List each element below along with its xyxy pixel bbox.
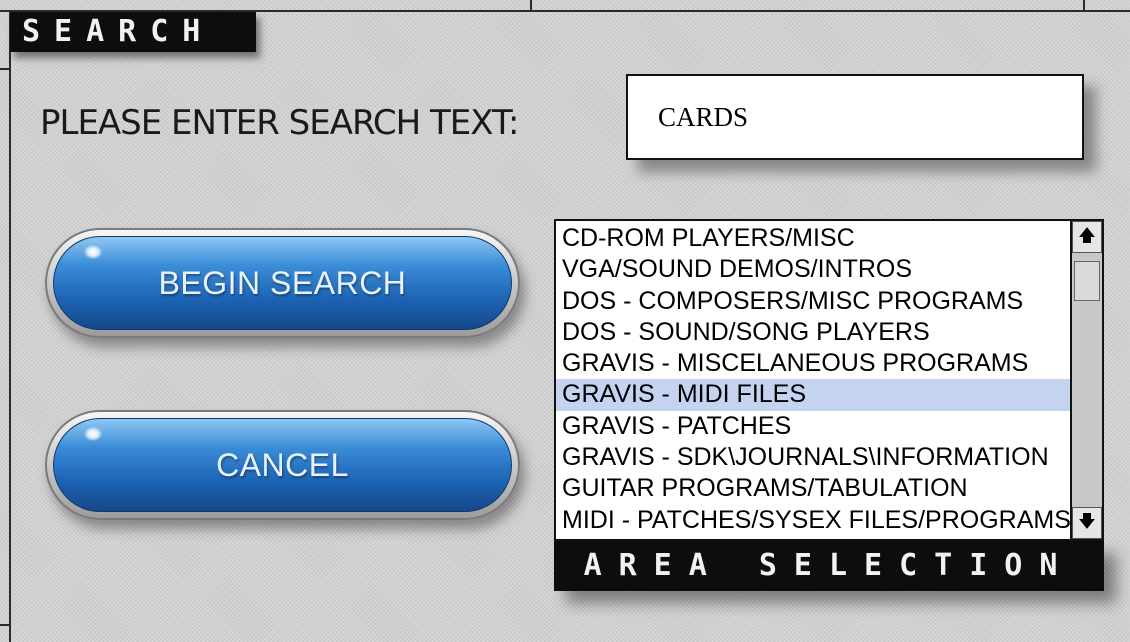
search-input[interactable]	[626, 74, 1084, 160]
begin-search-label: BEGIN SEARCH	[158, 264, 407, 301]
cancel-label: CANCEL	[216, 446, 349, 483]
gloss-highlight	[84, 427, 102, 441]
frame-tick	[0, 624, 11, 626]
cancel-button-face: CANCEL	[53, 418, 512, 512]
list-item[interactable]: GRAVIS - MIDI FILES	[556, 379, 1070, 411]
scroll-down-button[interactable]: 🡇	[1072, 507, 1102, 539]
dialog-title: SEARCH	[10, 12, 256, 52]
cancel-button[interactable]: CANCEL	[45, 410, 520, 520]
gloss-highlight	[84, 245, 102, 259]
area-list-items: CD-ROM PLAYERS/MISC VGA/SOUND DEMOS/INTRO…	[556, 221, 1070, 539]
frame-tick	[530, 0, 532, 12]
list-item[interactable]: GRAVIS - PATCHES	[556, 411, 1070, 442]
begin-search-button-face: BEGIN SEARCH	[53, 236, 512, 330]
scroll-thumb[interactable]	[1074, 261, 1100, 301]
area-list[interactable]: CD-ROM PLAYERS/MISC VGA/SOUND DEMOS/INTRO…	[554, 219, 1104, 541]
arrow-up-icon: 🡅	[1078, 225, 1096, 245]
list-item[interactable]: GRAVIS - MISCELANEOUS PROGRAMS	[556, 348, 1070, 379]
scroll-up-button[interactable]: 🡅	[1072, 221, 1102, 253]
frame-tick	[1083, 0, 1085, 12]
search-prompt-label: PLEASE ENTER SEARCH TEXT:	[40, 103, 519, 143]
list-item[interactable]: DOS - SOUND/SONG PLAYERS	[556, 317, 1070, 348]
list-item[interactable]: GRAVIS - SDK\JOURNALS\INFORMATION	[556, 442, 1070, 473]
area-list-scrollbar[interactable]: 🡅 🡇	[1070, 221, 1102, 539]
area-selection-label: AREA SELECTION	[554, 541, 1104, 591]
list-item[interactable]: DOS - COMPOSERS/MISC PROGRAMS	[556, 286, 1070, 317]
list-item[interactable]: CD-ROM PLAYERS/MISC	[556, 223, 1070, 254]
window-frame-left	[9, 10, 11, 642]
arrow-down-icon: 🡇	[1078, 511, 1096, 531]
frame-tick	[0, 68, 11, 70]
list-item[interactable]: VGA/SOUND DEMOS/INTROS	[556, 254, 1070, 285]
list-item[interactable]: MIDI - PATCHES/SYSEX FILES/PROGRAMS	[556, 505, 1070, 536]
begin-search-button[interactable]: BEGIN SEARCH	[45, 228, 520, 338]
list-item[interactable]: GUITAR PROGRAMS/TABULATION	[556, 473, 1070, 504]
